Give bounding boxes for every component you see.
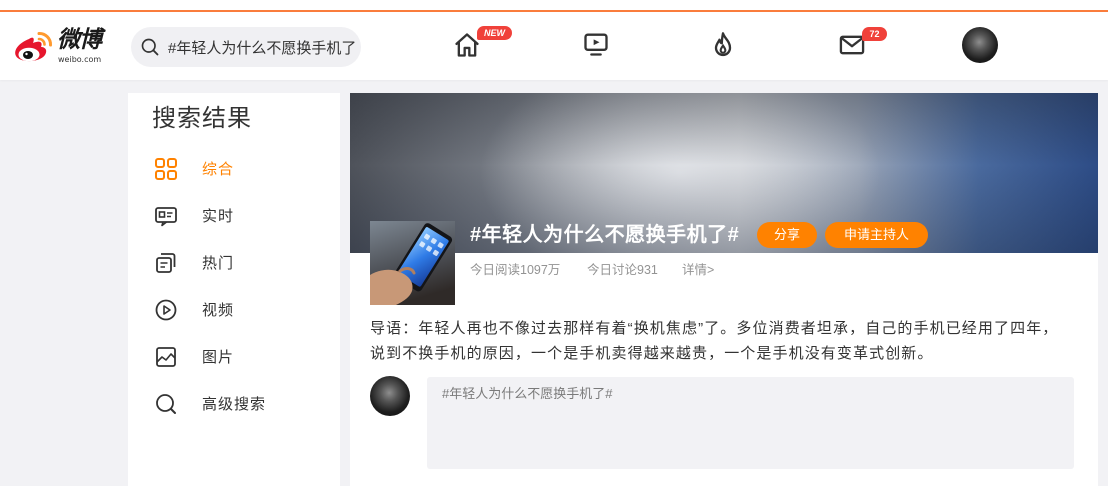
nav-messages[interactable]: 72 [838, 27, 887, 59]
topic-thumbnail[interactable] [370, 221, 455, 305]
topic-intro-line: 导语：年轻人再也不像过去那样有着“换机焦虑”了。多位消费者坦承，自己的手机已经用… [370, 320, 1059, 337]
share-button[interactable]: 分享 [757, 222, 817, 248]
topic-card: #年轻人为什么不愿换手机了# 分享 申请主持人 今日阅读1097万 今日讨论93… [350, 93, 1098, 486]
post-composer-input[interactable] [427, 377, 1074, 469]
sidebar-item-label: 热门 [202, 255, 235, 272]
hot-pages-icon [154, 251, 178, 275]
nav-home[interactable]: NEW [453, 26, 512, 59]
sidebar-item-label: 视频 [202, 302, 235, 319]
sidebar-menu: 综合 实时 热门 视频 图片 高级搜索 [128, 145, 340, 427]
today-reads-stat: 今日阅读1097万 [470, 263, 561, 277]
today-discussions-stat: 今日讨论931 [587, 263, 658, 277]
sidebar-item-images[interactable]: 图片 [128, 333, 340, 380]
grid-icon [154, 157, 178, 181]
play-circle-icon [154, 298, 178, 322]
sidebar-title: 搜索结果 [152, 105, 252, 132]
sidebar-item-label: 高级搜索 [202, 396, 267, 413]
weibo-logo[interactable]: 微博 weibo.com [12, 26, 116, 68]
weibo-logo-icon [12, 30, 54, 64]
apply-host-button[interactable]: 申请主持人 [825, 222, 928, 248]
search-sidebar: 搜索结果 综合 实时 热门 视频 图片 高级搜索 [128, 93, 340, 486]
nav-hot[interactable] [709, 31, 737, 59]
message-count-badge: 72 [862, 27, 887, 41]
search-icon[interactable] [140, 37, 160, 57]
logo-subtext: weibo.com [58, 55, 102, 64]
tv-video-icon [582, 30, 610, 58]
search-input[interactable] [168, 27, 358, 67]
top-accent-bar [0, 0, 1108, 12]
search-icon [154, 392, 178, 416]
image-icon [154, 345, 178, 369]
sidebar-item-realtime[interactable]: 实时 [128, 192, 340, 239]
new-badge: NEW [477, 26, 512, 40]
sidebar-item-video[interactable]: 视频 [128, 286, 340, 333]
composer-avatar[interactable] [370, 376, 410, 416]
details-link[interactable]: 详情> [682, 263, 714, 277]
user-avatar[interactable] [962, 27, 998, 63]
sidebar-item-overview[interactable]: 综合 [128, 145, 340, 192]
top-nav-bar: 微博 weibo.com NEW 72 [0, 12, 1108, 80]
topic-intro-line: 说到不换手机的原因，一个是手机卖得越来越贵，一个是手机没有变革式创新。 [370, 345, 934, 362]
nav-video[interactable] [582, 30, 610, 58]
sidebar-item-label: 综合 [202, 161, 235, 178]
sidebar-item-label: 图片 [202, 349, 235, 366]
sidebar-item-hot[interactable]: 热门 [128, 239, 340, 286]
sidebar-item-label: 实时 [202, 208, 235, 225]
topic-title[interactable]: #年轻人为什么不愿换手机了# [470, 222, 739, 248]
realtime-icon [154, 204, 178, 228]
sidebar-item-advanced-search[interactable]: 高级搜索 [128, 380, 340, 427]
search-box[interactable] [131, 27, 361, 67]
fire-hot-icon [709, 31, 737, 59]
topic-intro: 导语：年轻人再也不像过去那样有着“换机焦虑”了。多位消费者坦承，自己的手机已经用… [370, 316, 1058, 366]
logo-text: 微博 [57, 26, 102, 53]
